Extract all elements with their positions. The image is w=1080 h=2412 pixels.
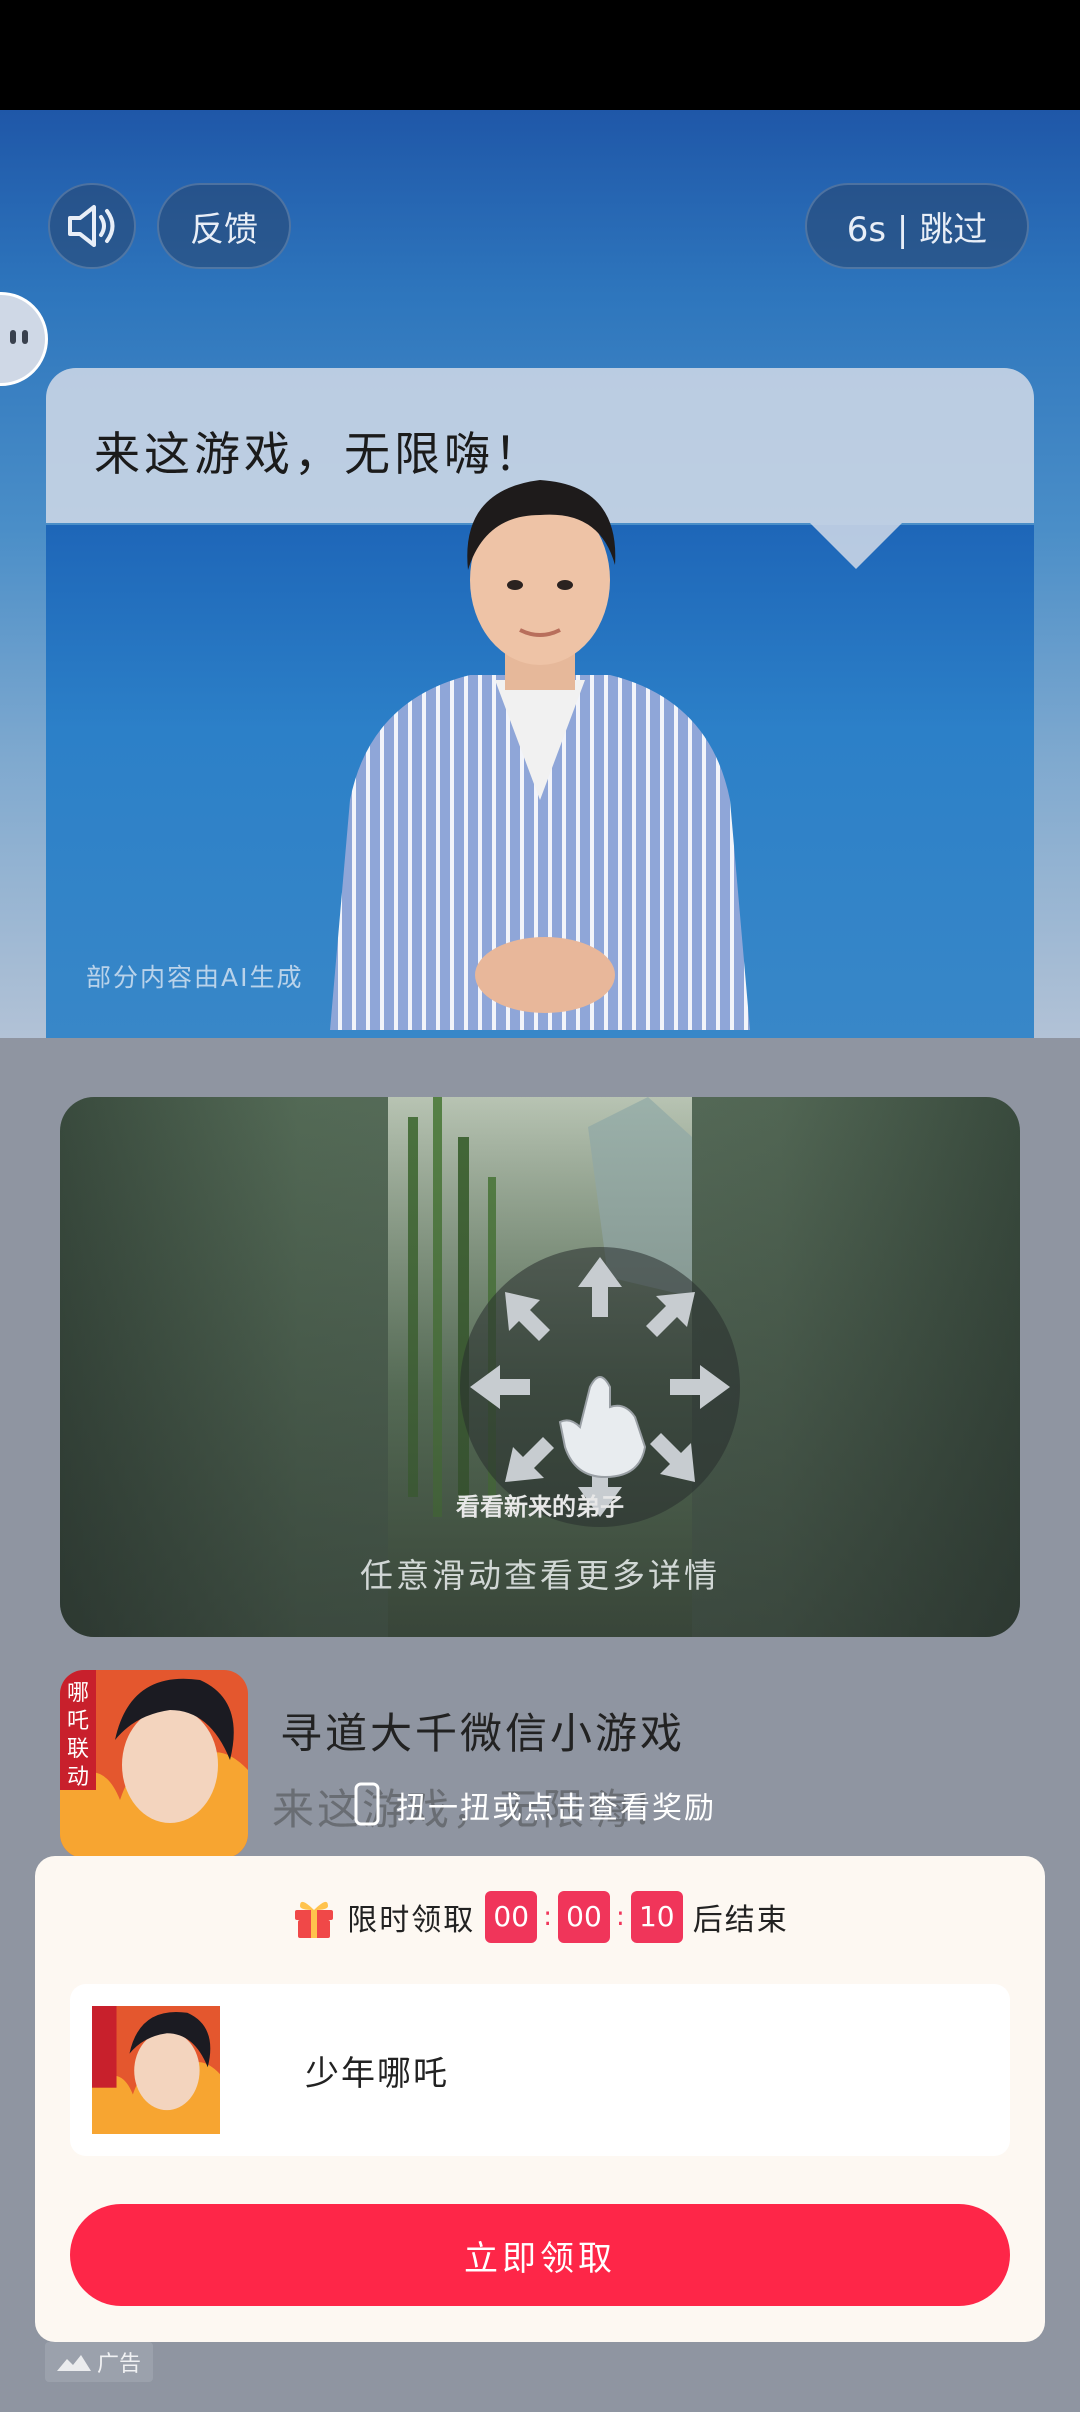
ad-badge: 广告 <box>45 2342 153 2382</box>
icon-text-4: 动 <box>67 1765 89 1790</box>
ad-label: 广告 <box>96 2352 141 2377</box>
speaker-icon <box>68 205 115 247</box>
icon-text-1: 哪 <box>67 1681 89 1706</box>
swipe-hint: 任意滑动查看更多详情 <box>360 1556 720 1595</box>
game-preview-card[interactable]: 看看新来的弟子 任意滑动查看更多详情 <box>60 1097 1020 1637</box>
app-name[interactable]: 寻道大千微信小游戏 <box>280 1700 685 1761</box>
swipe-gesture-indicator <box>460 1247 740 1527</box>
twist-hint[interactable]: 扭一扭或点击查看奖励 <box>350 1780 716 1830</box>
app-icon[interactable]: 哪 吒 联 动 <box>60 1670 248 1858</box>
timer-colon: : <box>543 1902 552 1932</box>
game-caption: 看看新来的弟子 <box>456 1493 624 1521</box>
prize-name: 少年哪吒 <box>305 2054 449 2094</box>
timer-hours: 00 <box>485 1891 538 1943</box>
claim-now-button[interactable]: 立即领取 <box>70 2204 1010 2306</box>
speech-bubble-tail <box>810 523 902 569</box>
icon-text-2: 吒 <box>67 1709 89 1734</box>
end-label: 后结束 <box>692 1903 789 1938</box>
timer-minutes: 00 <box>558 1891 610 1943</box>
status-bar <box>0 0 1080 110</box>
mountain-logo-icon <box>56 2355 91 2371</box>
nezha-avatar-icon <box>92 2006 220 2134</box>
ai-generated-note: 部分内容由AI生成 <box>86 963 304 992</box>
move-arrows-icon <box>470 1257 730 1517</box>
icon-text-3: 联 <box>67 1737 89 1762</box>
feedback-button[interactable]: 反馈 <box>157 183 291 269</box>
skip-button[interactable]: 6s | 跳过 <box>805 183 1029 269</box>
timer-seconds: 10 <box>630 1891 683 1943</box>
prize-card[interactable]: 少年哪吒 <box>70 1984 1010 2156</box>
presenter-figure <box>330 480 750 1030</box>
sound-toggle-button[interactable] <box>48 183 136 269</box>
gift-icon <box>295 1901 334 1938</box>
countdown-row: 限时领取 00 : 00 : 10 后结束 <box>35 1891 1045 1943</box>
timer-colon: : <box>616 1902 625 1932</box>
pause-icon <box>10 330 28 344</box>
prize-icon <box>92 2006 220 2134</box>
reward-popup: 限时领取 00 : 00 : 10 后结束 少年哪吒 立即领取 <box>35 1856 1045 2342</box>
phone-twist-icon <box>354 1782 380 1826</box>
twist-hint-text: 扭一扭或点击查看奖励 <box>396 1791 716 1826</box>
limited-label: 限时领取 <box>347 1903 476 1938</box>
nezha-avatar-icon: 哪 吒 联 动 <box>60 1670 248 1858</box>
